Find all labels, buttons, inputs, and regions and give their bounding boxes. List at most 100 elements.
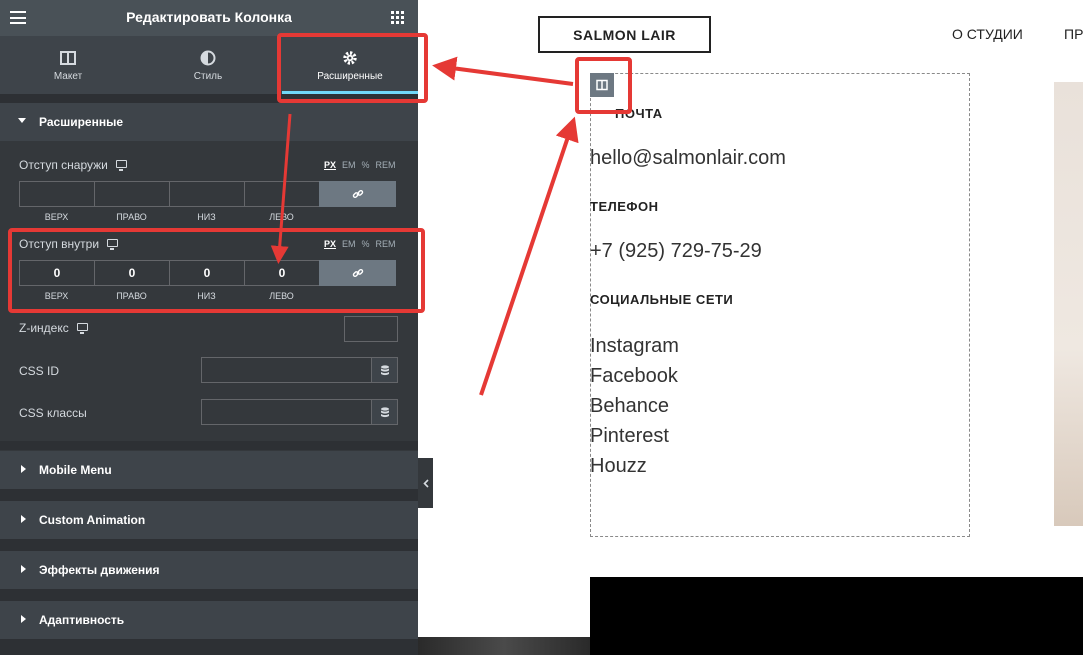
section-advanced-title: Расширенные bbox=[39, 115, 123, 129]
unit-em[interactable]: EM bbox=[342, 239, 356, 249]
tab-advanced-label: Расширенные bbox=[317, 71, 383, 82]
z-index-input[interactable] bbox=[344, 316, 398, 342]
padding-label: Отступ внутри bbox=[19, 237, 100, 251]
css-classes-label: CSS классы bbox=[19, 406, 87, 420]
margin-right-input[interactable] bbox=[94, 181, 169, 207]
tab-layout[interactable]: Макет bbox=[0, 36, 136, 94]
padding-side-labels: ВЕРХ ПРАВО НИЗ ЛЕВО bbox=[19, 291, 321, 301]
nav-link-about[interactable]: О СТУДИИ bbox=[952, 26, 1023, 42]
z-index-label-row: Z-индекс bbox=[19, 321, 88, 335]
margin-label-row: Отступ снаружи bbox=[19, 158, 127, 172]
link-icon bbox=[352, 268, 363, 278]
caret-right-icon bbox=[21, 515, 26, 523]
tab-style[interactable]: Стиль bbox=[140, 36, 276, 94]
padding-units: PX EM% REM bbox=[318, 239, 396, 249]
padding-link-button[interactable] bbox=[319, 260, 396, 286]
side-label-bottom: НИЗ bbox=[197, 291, 216, 301]
collapse-panel-button[interactable] bbox=[418, 458, 433, 508]
side-label-left: ЛЕВО bbox=[269, 212, 294, 222]
section-advanced-header[interactable]: Расширенные bbox=[0, 103, 418, 141]
section-title: Адаптивность bbox=[39, 613, 125, 627]
panel-tabs: Макет Стиль Расширенные bbox=[0, 36, 418, 94]
padding-label-row: Отступ внутри bbox=[19, 237, 119, 251]
social-link-facebook[interactable]: Facebook bbox=[590, 361, 678, 391]
unit-px[interactable]: PX bbox=[324, 239, 336, 249]
unit-percent[interactable]: % bbox=[362, 160, 370, 170]
phone-heading: ТЕЛЕФОН bbox=[590, 199, 659, 214]
css-classes-input[interactable] bbox=[201, 399, 372, 425]
divider bbox=[0, 441, 418, 450]
columns-icon bbox=[60, 51, 76, 65]
email-link[interactable]: hello@salmonlair.com bbox=[590, 147, 786, 170]
link-icon bbox=[352, 189, 363, 199]
tab-layout-label: Макет bbox=[53, 71, 83, 82]
site-logo[interactable]: SALMON LAIR bbox=[538, 16, 711, 53]
social-link-pinterest[interactable]: Pinterest bbox=[590, 421, 669, 451]
margin-bottom-input[interactable] bbox=[169, 181, 244, 207]
unit-rem[interactable]: REM bbox=[376, 239, 396, 249]
margin-link-button[interactable] bbox=[319, 181, 396, 207]
arrow-to-handle bbox=[479, 116, 579, 396]
section-title: Эффекты движения bbox=[39, 563, 160, 577]
caret-right-icon bbox=[21, 465, 26, 473]
chevron-left-icon bbox=[422, 478, 429, 488]
half-circle-icon bbox=[200, 50, 216, 66]
interior-photo bbox=[1054, 82, 1083, 526]
dynamic-tags-button[interactable] bbox=[371, 357, 398, 383]
side-label-top: ВЕРХ bbox=[44, 291, 69, 301]
arrow-to-tab bbox=[432, 56, 574, 86]
database-icon bbox=[380, 364, 389, 375]
padding-bottom-input[interactable]: 0 bbox=[169, 260, 244, 286]
tab-advanced[interactable]: Расширенные bbox=[282, 36, 418, 94]
phone-link[interactable]: +7 (925) 729-75-29 bbox=[590, 240, 762, 263]
dynamic-tags-button[interactable] bbox=[371, 399, 398, 425]
section-responsive[interactable]: Адаптивность bbox=[0, 601, 418, 639]
divider bbox=[0, 589, 418, 601]
caret-right-icon bbox=[21, 615, 26, 623]
css-id-label: CSS ID bbox=[19, 364, 60, 378]
side-label-bottom: НИЗ bbox=[197, 212, 216, 222]
divider bbox=[0, 94, 418, 103]
editor-panel: Редактировать Колонка Макет Стиль Расшир… bbox=[0, 0, 418, 655]
side-label-left: ЛЕВО bbox=[269, 291, 294, 301]
section-mobile-menu[interactable]: Mobile Menu bbox=[0, 451, 418, 489]
section-motion-effects[interactable]: Эффекты движения bbox=[0, 551, 418, 589]
side-label-right: ПРАВО bbox=[116, 291, 147, 301]
columns-icon bbox=[596, 79, 608, 91]
nav-link-partial[interactable]: ПР bbox=[1064, 26, 1083, 42]
unit-rem[interactable]: REM bbox=[376, 160, 396, 170]
padding-left-input[interactable]: 0 bbox=[244, 260, 319, 286]
tab-style-label: Стиль bbox=[193, 71, 223, 82]
gear-icon bbox=[343, 51, 357, 65]
unit-px[interactable]: PX bbox=[324, 160, 336, 170]
column-edit-handle[interactable] bbox=[590, 73, 614, 97]
caret-down-icon bbox=[18, 118, 26, 123]
unit-em[interactable]: EM bbox=[342, 160, 356, 170]
padding-right-input[interactable]: 0 bbox=[94, 260, 169, 286]
margin-units: PX EM% REM bbox=[318, 160, 396, 170]
unit-percent[interactable]: % bbox=[362, 239, 370, 249]
css-id-input[interactable] bbox=[201, 357, 372, 383]
margin-top-input[interactable] bbox=[19, 181, 94, 207]
padding-inputs: 0 0 0 0 bbox=[19, 260, 398, 286]
desktop-device-icon[interactable] bbox=[115, 159, 127, 171]
dark-section bbox=[590, 577, 1083, 655]
social-link-behance[interactable]: Behance bbox=[590, 391, 669, 421]
social-link-instagram[interactable]: Instagram bbox=[590, 331, 679, 361]
divider bbox=[0, 489, 418, 501]
margin-left-input[interactable] bbox=[244, 181, 319, 207]
desktop-device-icon[interactable] bbox=[76, 322, 88, 334]
panel-title: Редактировать Колонка bbox=[126, 9, 292, 25]
side-label-top: ВЕРХ bbox=[44, 212, 69, 222]
side-label-right: ПРАВО bbox=[116, 212, 147, 222]
widgets-grid-icon[interactable] bbox=[391, 11, 404, 24]
mail-heading: ПОЧТА bbox=[615, 106, 663, 121]
padding-top-input[interactable]: 0 bbox=[19, 260, 94, 286]
divider bbox=[0, 539, 418, 551]
z-index-label: Z-индекс bbox=[19, 321, 69, 335]
social-heading: СОЦИАЛЬНЫЕ СЕТИ bbox=[590, 292, 734, 307]
desktop-device-icon[interactable] bbox=[107, 238, 119, 250]
section-custom-animation[interactable]: Custom Animation bbox=[0, 501, 418, 539]
social-link-houzz[interactable]: Houzz bbox=[590, 451, 647, 481]
margin-label: Отступ снаружи bbox=[19, 158, 108, 172]
